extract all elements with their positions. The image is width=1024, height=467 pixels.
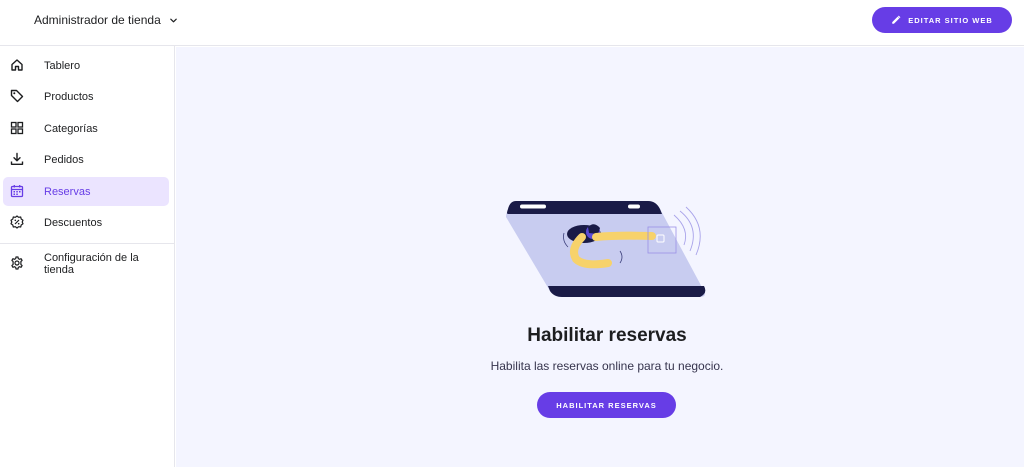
sidebar-item-label: Pedidos [44, 153, 84, 166]
sidebar-item-label: Configuración de la tienda [44, 251, 139, 276]
sidebar-item-label: Productos [44, 90, 94, 103]
discount-badge-icon [10, 215, 24, 229]
sidebar-item-label: Tablero [44, 59, 81, 72]
tag-icon [10, 89, 24, 103]
sidebar-item-tablero[interactable]: Tablero [3, 51, 169, 80]
sidebar-item-pedidos[interactable]: Pedidos [3, 145, 169, 174]
sidebar-item-categorias[interactable]: Categorías [3, 114, 169, 143]
calendar-icon [10, 185, 24, 198]
page-description: Habilita las reservas online para tu neg… [490, 359, 724, 373]
home-icon [11, 59, 23, 71]
store-selector[interactable]: Administrador de tienda [34, 11, 178, 29]
gear-icon [11, 256, 23, 270]
sidebar-item-productos[interactable]: Productos [3, 82, 169, 111]
booking-illustration [506, 201, 706, 297]
store-selector-label: Administrador de tienda [34, 13, 161, 27]
sidebar-item-reservas[interactable]: Reservas [3, 177, 169, 206]
pencil-icon [892, 15, 901, 24]
sidebar: Tablero Productos Categorías Pedidos Res… [0, 46, 175, 467]
chevron-down-icon [169, 18, 177, 22]
edit-site-button[interactable]: EDITAR SITIO WEB [872, 7, 1012, 33]
page-title: Habilitar reservas [527, 325, 687, 346]
sidebar-divider [0, 243, 174, 244]
sidebar-item-label: Descuentos [44, 216, 103, 229]
download-icon [10, 152, 24, 165]
enable-bookings-label: HABILITAR RESERVAS [556, 400, 657, 410]
top-bar: Administrador de tienda EDITAR SITIO WEB [0, 0, 1024, 46]
sidebar-item-label: Reservas [44, 185, 91, 198]
sidebar-item-label: Categorías [44, 122, 98, 135]
main-content: Habilitar reservas Habilita las reservas… [176, 47, 1024, 467]
grid-icon [10, 121, 24, 135]
sidebar-item-descuentos[interactable]: Descuentos [3, 208, 169, 237]
sidebar-item-configuracion[interactable]: Configuración de la tienda [3, 249, 169, 278]
edit-site-label: EDITAR SITIO WEB [908, 15, 993, 25]
enable-bookings-button[interactable]: HABILITAR RESERVAS [537, 392, 676, 418]
